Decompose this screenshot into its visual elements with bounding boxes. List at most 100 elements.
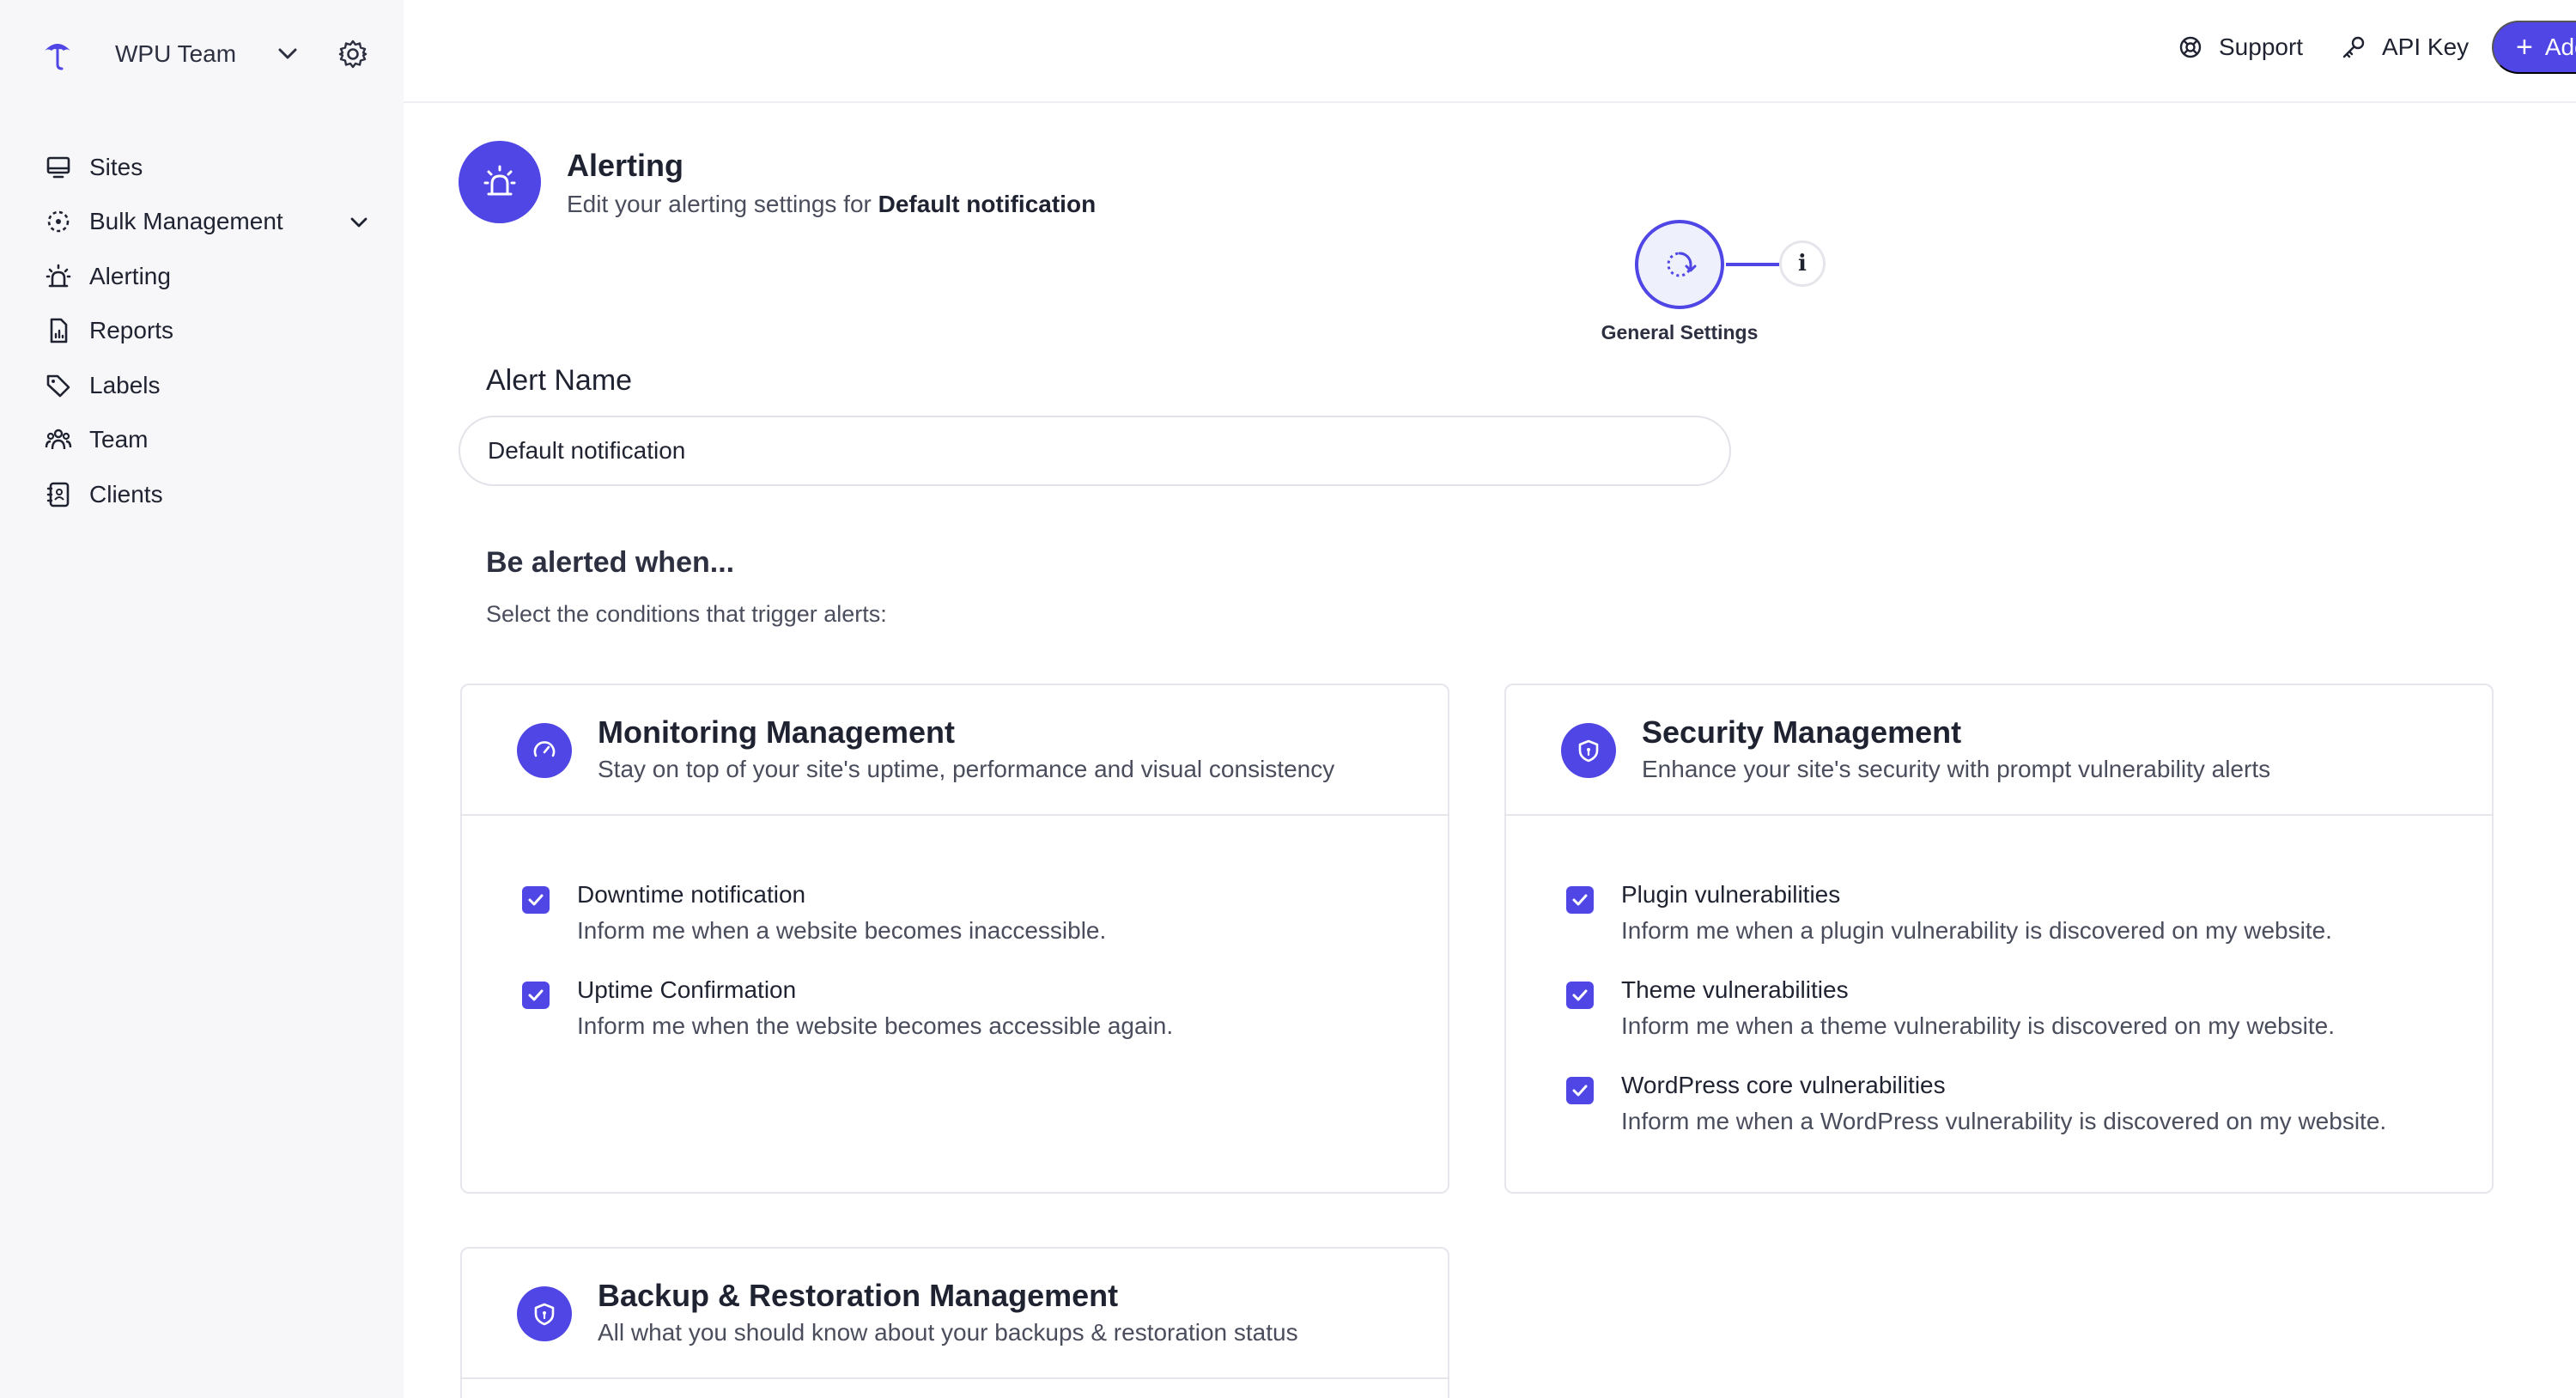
sidebar-item-label: Reports <box>89 317 174 344</box>
option-title: Plugin vulnerabilities <box>1621 881 1841 908</box>
chevron-down-icon[interactable] <box>276 45 299 64</box>
lifebuoy-icon <box>2179 36 2202 58</box>
option-uptime-confirmation[interactable]: Uptime Confirmation Inform me when the w… <box>462 973 1448 1068</box>
sidebar-item-label: Sites <box>89 153 143 180</box>
option-title: Uptime Confirmation <box>577 976 797 1003</box>
team-switcher[interactable]: WPU Team <box>43 33 378 76</box>
support-link[interactable]: Support <box>2178 29 2303 65</box>
sidebar-item-team[interactable]: Team <box>45 413 380 468</box>
option-description: Inform me when a theme vulnerability is … <box>1621 1012 2336 1039</box>
chevron-down-icon[interactable] <box>349 214 369 231</box>
check-icon <box>1572 894 1588 906</box>
sidebar: WPU Team Sites Bulk Management Alerting … <box>0 0 404 1398</box>
step-label: General Settings <box>1601 321 1759 343</box>
card-header: Backup & Restoration Management All what… <box>462 1249 1448 1379</box>
sidebar-item-labels[interactable]: Labels <box>45 358 380 413</box>
page-title: Alerting <box>567 148 684 183</box>
sidebar-item-sites[interactable]: Sites <box>45 140 380 195</box>
card-title: Monitoring Management <box>598 714 955 750</box>
checkbox[interactable] <box>1566 982 1594 1009</box>
option-description: Inform me when a website becomes inacces… <box>577 917 1107 944</box>
sidebar-item-bulk-management[interactable]: Bulk Management <box>45 195 380 250</box>
sidebar-nav: Sites Bulk Management Alerting Reports L… <box>45 140 380 522</box>
card-options: Plugin vulnerabilities Inform me when a … <box>1506 816 2492 1164</box>
report-icon <box>45 317 72 344</box>
option-wordpress-core-vulnerabilities[interactable]: WordPress core vulnerabilities Inform me… <box>1506 1068 2492 1164</box>
siren-icon <box>483 165 516 196</box>
option-title: Theme vulnerabilities <box>1621 976 1849 1003</box>
option-theme-vulnerabilities[interactable]: Theme vulnerabilities Inform me when a t… <box>1506 973 2492 1068</box>
check-icon <box>1572 989 1588 1001</box>
check-icon <box>528 989 544 1001</box>
siren-icon <box>45 263 72 290</box>
add-label: Add <box>2544 33 2576 60</box>
card-header: Monitoring Management Stay on top of you… <box>462 685 1448 816</box>
gauge-icon <box>533 741 556 757</box>
clients-icon <box>45 481 72 508</box>
step-info[interactable]: i <box>1779 240 1826 287</box>
add-button[interactable]: + Add <box>2492 21 2576 74</box>
conditions-title: Be alerted when... <box>486 546 735 579</box>
api-key-link[interactable]: API Key <box>2341 29 2469 65</box>
checkbox[interactable] <box>1566 886 1594 914</box>
sidebar-item-label: Clients <box>89 480 163 508</box>
card-description: Enhance your site's security with prompt… <box>1642 756 2271 782</box>
checkbox[interactable] <box>522 982 550 1009</box>
card-title: Security Management <box>1642 714 1962 750</box>
card-icon <box>517 723 572 778</box>
card-description: All what you should know about your back… <box>598 1319 1298 1346</box>
option-description: Inform me when a plugin vulnerability is… <box>1621 917 2332 944</box>
loading-icon <box>1667 252 1697 277</box>
sidebar-item-reports[interactable]: Reports <box>45 304 380 359</box>
card-header: Security Management Enhance your site's … <box>1506 685 2492 816</box>
security-card: Security Management Enhance your site's … <box>1504 684 2494 1194</box>
page-subtitle: Edit your alerting settings for Default … <box>567 191 1096 218</box>
subtitle-prefix: Edit your alerting settings for <box>567 191 878 217</box>
card-options: Downtime notification Inform me when a w… <box>462 816 1448 1068</box>
option-downtime-notification[interactable]: Downtime notification Inform me when a w… <box>462 878 1448 973</box>
step-connector <box>1726 263 1779 266</box>
checkbox[interactable] <box>1566 1077 1594 1104</box>
info-icon: i <box>1798 251 1807 277</box>
sidebar-item-label: Labels <box>89 371 161 398</box>
sidebar-item-label: Bulk Management <box>89 208 283 235</box>
sidebar-item-clients[interactable]: Clients <box>45 467 380 522</box>
umbrella-logo-icon <box>43 37 72 71</box>
check-icon <box>1572 1085 1588 1097</box>
conditions-subtitle: Select the conditions that trigger alert… <box>486 601 887 627</box>
support-label: Support <box>2219 33 2304 60</box>
gear-icon[interactable] <box>337 38 369 70</box>
check-icon <box>528 894 544 906</box>
bulk-icon <box>45 208 72 235</box>
option-description: Inform me when a WordPress vulnerability… <box>1621 1108 2387 1134</box>
sidebar-item-label: Alerting <box>89 262 171 289</box>
step-general-settings[interactable] <box>1635 220 1724 309</box>
subtitle-alert-name: Default notification <box>878 191 1097 217</box>
sidebar-item-label: Team <box>89 426 149 453</box>
tag-icon <box>45 372 72 399</box>
option-description: Inform me when the website becomes acces… <box>577 1012 1174 1039</box>
card-icon <box>1561 723 1616 778</box>
team-name: WPU Team <box>115 40 237 67</box>
card-description: Stay on top of your site's uptime, perfo… <box>598 756 1335 782</box>
option-title: WordPress core vulnerabilities <box>1621 1072 1946 1098</box>
shield-icon <box>1578 739 1599 763</box>
alert-name-label: Alert Name <box>486 364 633 397</box>
plus-icon: + <box>2516 31 2533 64</box>
key-icon <box>2342 36 2365 58</box>
shield-icon <box>534 1303 555 1326</box>
sidebar-item-alerting[interactable]: Alerting <box>45 249 380 304</box>
checkbox[interactable] <box>522 886 550 914</box>
monitor-icon <box>45 154 72 181</box>
top-bar: Support API Key + Add <box>404 0 2576 103</box>
team-icon <box>45 426 72 453</box>
alert-name-input[interactable] <box>459 416 1731 486</box>
card-icon <box>517 1286 572 1341</box>
api-key-label: API Key <box>2382 33 2470 60</box>
card-title: Backup & Restoration Management <box>598 1278 1119 1313</box>
monitoring-card: Monitoring Management Stay on top of you… <box>460 684 1449 1194</box>
backup-card: Backup & Restoration Management All what… <box>460 1247 1449 1398</box>
option-title: Downtime notification <box>577 881 806 908</box>
option-plugin-vulnerabilities[interactable]: Plugin vulnerabilities Inform me when a … <box>1506 878 2492 973</box>
alerting-header-icon <box>459 141 541 223</box>
